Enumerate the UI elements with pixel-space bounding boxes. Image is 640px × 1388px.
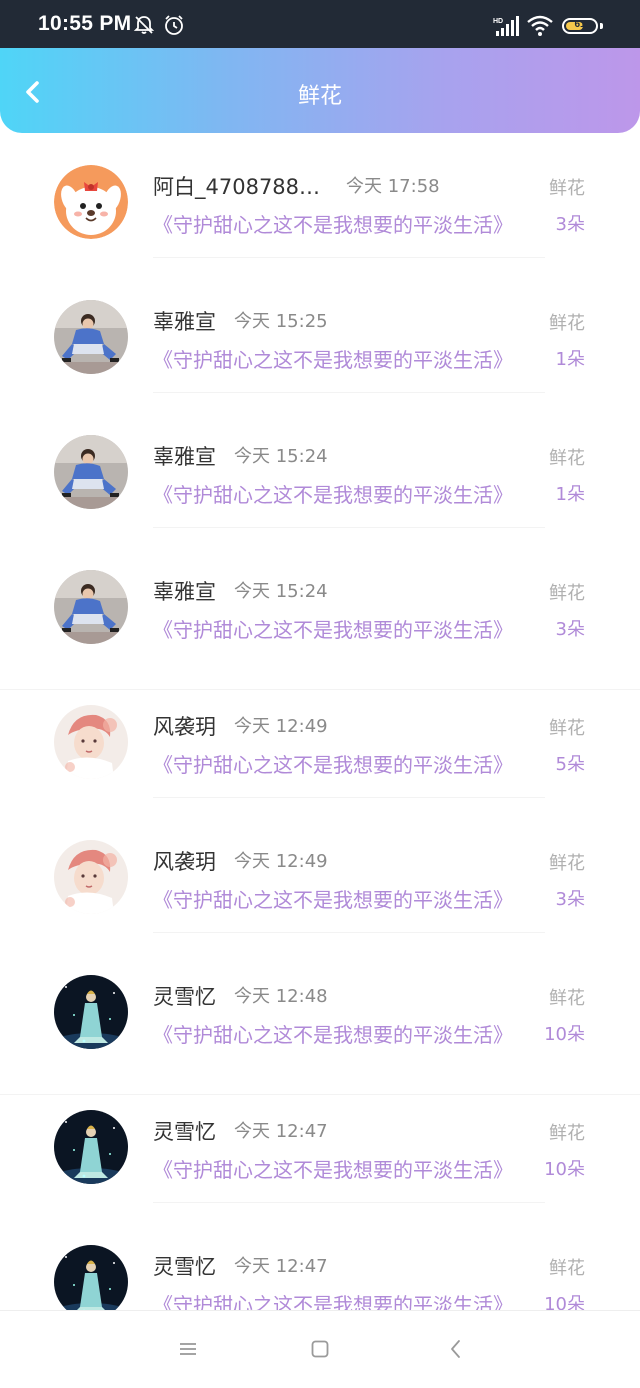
flower-count: 10朵 bbox=[544, 1020, 585, 1046]
book-title-link[interactable]: 《守护甜心之这不是我想要的平淡生活》 bbox=[153, 884, 531, 913]
gift-type-label: 鲜花 bbox=[549, 1254, 585, 1280]
list-item[interactable]: 辜雅宣今天 15:25 《守护甜心之这不是我想要的平淡生活》鲜花 1朵 bbox=[0, 285, 640, 420]
timestamp: 今天 15:24 bbox=[234, 577, 328, 603]
gift-type-label: 鲜花 bbox=[549, 714, 585, 740]
alarm-icon bbox=[163, 14, 185, 40]
home-square-icon[interactable] bbox=[308, 1337, 332, 1361]
row-divider bbox=[153, 257, 545, 258]
flower-count: 1朵 bbox=[556, 480, 585, 506]
list-item[interactable]: 灵雪忆今天 12:47 《守护甜心之这不是我想要的平淡生活》鲜花 10朵 bbox=[0, 1230, 640, 1310]
avatar[interactable] bbox=[54, 165, 128, 239]
avatar[interactable] bbox=[54, 300, 128, 374]
battery-cap bbox=[600, 23, 603, 29]
flower-count: 5朵 bbox=[556, 750, 585, 776]
row-divider bbox=[153, 797, 545, 798]
menu-icon[interactable] bbox=[176, 1337, 200, 1361]
timestamp: 今天 12:49 bbox=[234, 847, 328, 873]
timestamp: 今天 17:58 bbox=[346, 172, 440, 198]
list-item[interactable]: 风袭玥今天 12:49 《守护甜心之这不是我想要的平淡生活》鲜花 3朵 bbox=[0, 825, 640, 960]
flower-count: 10朵 bbox=[544, 1290, 585, 1310]
user-name: 灵雪忆 bbox=[153, 1251, 216, 1281]
timestamp: 今天 12:47 bbox=[234, 1252, 328, 1278]
list-item[interactable]: 辜雅宣今天 15:24 《守护甜心之这不是我想要的平淡生活》鲜花 1朵 bbox=[0, 420, 640, 555]
wifi-icon bbox=[527, 15, 553, 41]
list-item[interactable]: 灵雪忆今天 12:48 《守护甜心之这不是我想要的平淡生活》鲜花 10朵 bbox=[0, 960, 640, 1095]
avatar[interactable] bbox=[54, 570, 128, 644]
system-nav-bar bbox=[0, 1310, 640, 1388]
user-name: 辜雅宣 bbox=[153, 576, 216, 606]
book-title-link[interactable]: 《守护甜心之这不是我想要的平淡生活》 bbox=[153, 1289, 531, 1310]
status-bar: 10:55 PM HD bbox=[0, 0, 640, 48]
flower-count: 3朵 bbox=[556, 885, 585, 911]
bell-off-icon bbox=[133, 14, 155, 40]
gift-type-label: 鲜花 bbox=[549, 849, 585, 875]
book-title-link[interactable]: 《守护甜心之这不是我想要的平淡生活》 bbox=[153, 209, 531, 238]
book-title-link[interactable]: 《守护甜心之这不是我想要的平淡生活》 bbox=[153, 344, 531, 373]
page-title: 鲜花 bbox=[0, 78, 640, 110]
header-bar: 鲜花 bbox=[0, 48, 640, 133]
timestamp: 今天 15:25 bbox=[234, 307, 328, 333]
user-name: 灵雪忆 bbox=[153, 1116, 216, 1146]
user-name: 阿白_47087882... bbox=[153, 171, 328, 201]
flower-count: 1朵 bbox=[556, 345, 585, 371]
gift-type-label: 鲜花 bbox=[549, 1119, 585, 1145]
flower-count: 3朵 bbox=[556, 210, 585, 236]
battery-icon: 61 bbox=[562, 18, 598, 34]
battery-percent: 61 bbox=[564, 19, 596, 30]
row-divider bbox=[153, 527, 545, 528]
list-item[interactable]: 辜雅宣今天 15:24 《守护甜心之这不是我想要的平淡生活》鲜花 3朵 bbox=[0, 555, 640, 690]
row-divider bbox=[153, 1202, 545, 1203]
svg-text:HD: HD bbox=[493, 18, 503, 25]
book-title-link[interactable]: 《守护甜心之这不是我想要的平淡生活》 bbox=[153, 1019, 531, 1048]
avatar[interactable] bbox=[54, 1110, 128, 1184]
avatar[interactable] bbox=[54, 1245, 128, 1310]
status-time: 10:55 PM bbox=[38, 12, 131, 36]
flower-count: 3朵 bbox=[556, 615, 585, 641]
book-title-link[interactable]: 《守护甜心之这不是我想要的平淡生活》 bbox=[153, 614, 531, 643]
user-name: 辜雅宣 bbox=[153, 306, 216, 336]
user-name: 辜雅宣 bbox=[153, 441, 216, 471]
back-triangle-icon[interactable] bbox=[444, 1337, 468, 1361]
avatar[interactable] bbox=[54, 975, 128, 1049]
timestamp: 今天 12:48 bbox=[234, 982, 328, 1008]
list-item[interactable]: 灵雪忆今天 12:47 《守护甜心之这不是我想要的平淡生活》鲜花 10朵 bbox=[0, 1095, 640, 1230]
gift-type-label: 鲜花 bbox=[549, 444, 585, 470]
book-title-link[interactable]: 《守护甜心之这不是我想要的平淡生活》 bbox=[153, 1154, 531, 1183]
user-name: 灵雪忆 bbox=[153, 981, 216, 1011]
hd-signal-icon: HD bbox=[492, 15, 520, 41]
gift-type-label: 鲜花 bbox=[549, 579, 585, 605]
list-item[interactable]: 阿白_47087882... 今天 17:58 《守护甜心之这不是我想要的平淡生活》… bbox=[0, 150, 640, 285]
timestamp: 今天 12:47 bbox=[234, 1117, 328, 1143]
avatar[interactable] bbox=[54, 705, 128, 779]
flower-count: 10朵 bbox=[544, 1155, 585, 1181]
list-item[interactable]: 风袭玥今天 12:49 《守护甜心之这不是我想要的平淡生活》鲜花 5朵 bbox=[0, 690, 640, 825]
gift-type-label: 鲜花 bbox=[549, 174, 585, 200]
avatar[interactable] bbox=[54, 435, 128, 509]
gift-type-label: 鲜花 bbox=[549, 984, 585, 1010]
book-title-link[interactable]: 《守护甜心之这不是我想要的平淡生活》 bbox=[153, 479, 531, 508]
flower-list: 阿白_47087882... 今天 17:58 《守护甜心之这不是我想要的平淡生活》… bbox=[0, 150, 640, 1310]
avatar[interactable] bbox=[54, 840, 128, 914]
timestamp: 今天 12:49 bbox=[234, 712, 328, 738]
timestamp: 今天 15:24 bbox=[234, 442, 328, 468]
book-title-link[interactable]: 《守护甜心之这不是我想要的平淡生活》 bbox=[153, 749, 531, 778]
user-name: 风袭玥 bbox=[153, 846, 216, 876]
gift-type-label: 鲜花 bbox=[549, 309, 585, 335]
row-divider bbox=[153, 392, 545, 393]
row-divider bbox=[153, 932, 545, 933]
user-name: 风袭玥 bbox=[153, 711, 216, 741]
